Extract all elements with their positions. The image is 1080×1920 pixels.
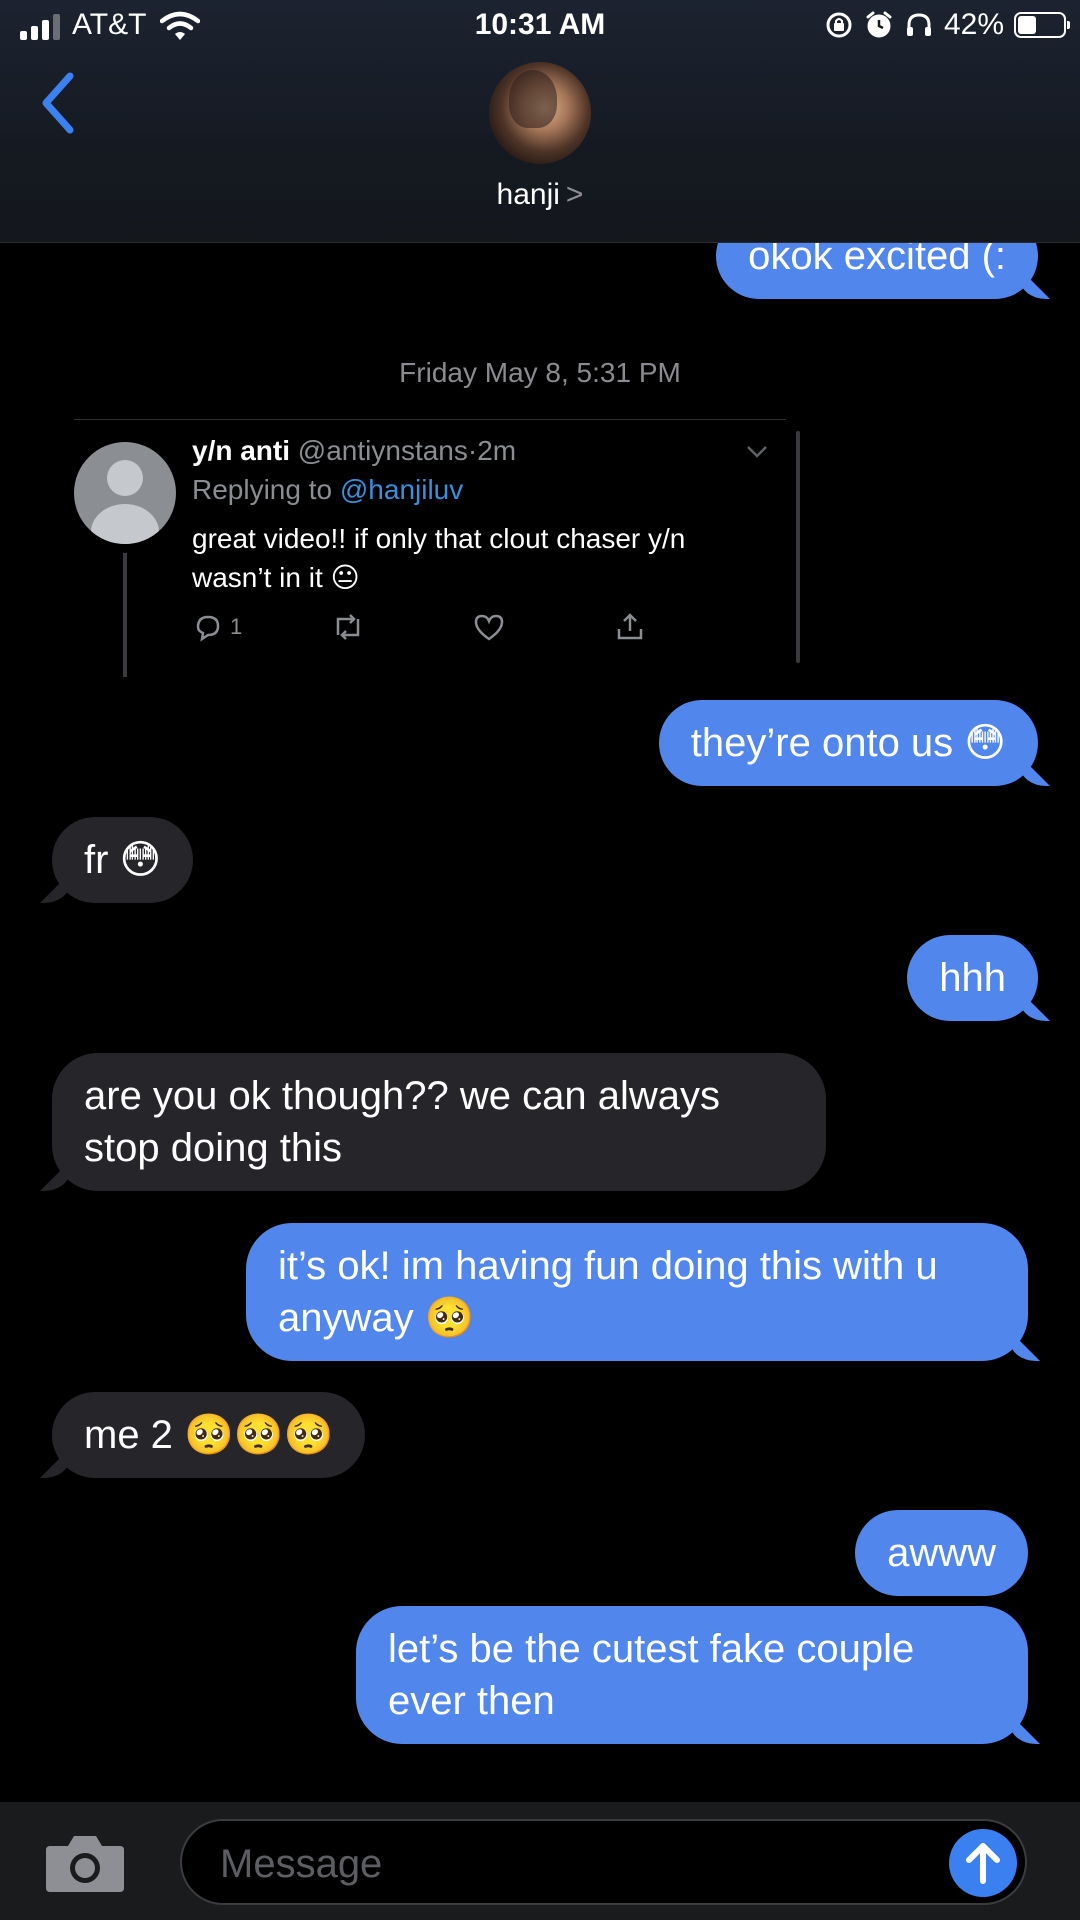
chevron-down-icon [747,446,767,458]
tweet-reply-action: 1 [192,609,242,645]
headphones-icon [906,13,931,36]
sent-message-bubble[interactable]: they’re onto us 😳 [658,700,1038,786]
comment-icon [196,615,220,642]
divider [74,419,786,420]
replying-label: Replying to [192,474,340,505]
tweet-avatar [74,442,176,544]
retweet-icon [336,614,360,640]
sent-message-bubble[interactable]: it’s ok! im having fun doing this with u… [246,1223,1028,1361]
camera-icon[interactable] [44,1832,126,1894]
rotation-lock-icon [826,12,852,38]
tweet-handle: @antiynstans [297,435,468,466]
tweet-author-name: y/n anti [192,435,291,466]
tweet-text: great video!! if only that clout chaser … [192,523,686,593]
tweet-replying-to: Replying to @hanjiluv [192,474,463,506]
message-input[interactable] [218,1835,882,1893]
arrow-up-icon [966,1843,1000,1884]
tweet-retweet-action [330,609,366,645]
send-button[interactable] [949,1829,1017,1897]
message-composer [0,1802,1080,1920]
status-bar: AT&T 10:31 AM 42% [0,0,1080,56]
received-message-bubble[interactable]: me 2 🥺🥺🥺 [52,1392,366,1478]
sent-message-bubble[interactable]: hhh [907,935,1038,1021]
tweet-author: y/n anti @antiynstans·2m [192,435,516,467]
conversation-header: AT&T 10:31 AM 42% hanji > [0,0,1080,243]
divider [796,431,800,663]
tweet-share-action [614,609,646,645]
sent-message-bubble[interactable]: let’s be the cutest fake couple ever the… [356,1606,1028,1744]
message-field[interactable] [180,1819,1027,1905]
received-message-bubble[interactable]: fr 😳 [52,817,194,903]
sent-message-bubble[interactable]: awww [855,1510,1028,1596]
received-message-bubble[interactable]: are you ok though?? we can always stop d… [52,1053,826,1191]
mention-link: @hanjiluv [339,474,464,505]
battery-percent: 42% [943,8,1004,41]
battery-icon [1014,12,1070,38]
tweet-age: 2m [477,435,517,466]
contact-name-button[interactable]: hanji > [0,178,1080,212]
tweet-separator: · [467,435,478,466]
message-thread[interactable]: okok excited (: Friday May 8, 5:31 PM y/… [0,243,1080,1800]
heart-icon [474,614,504,641]
chevron-right-icon: > [565,178,584,211]
tweet-actions: 1 [192,609,772,649]
sent-message-bubble[interactable]: okok excited (: [716,243,1038,299]
thread-timestamp: Friday May 8, 5:31 PM [399,357,681,388]
contact-avatar[interactable] [489,62,591,164]
share-icon [617,613,643,640]
tweet-like-action [472,609,506,645]
alarm-icon [866,11,892,38]
reply-count: 1 [230,614,243,639]
back-chevron-icon[interactable] [38,70,78,136]
thread-line [123,553,127,677]
contact-name: hanji [496,178,560,211]
